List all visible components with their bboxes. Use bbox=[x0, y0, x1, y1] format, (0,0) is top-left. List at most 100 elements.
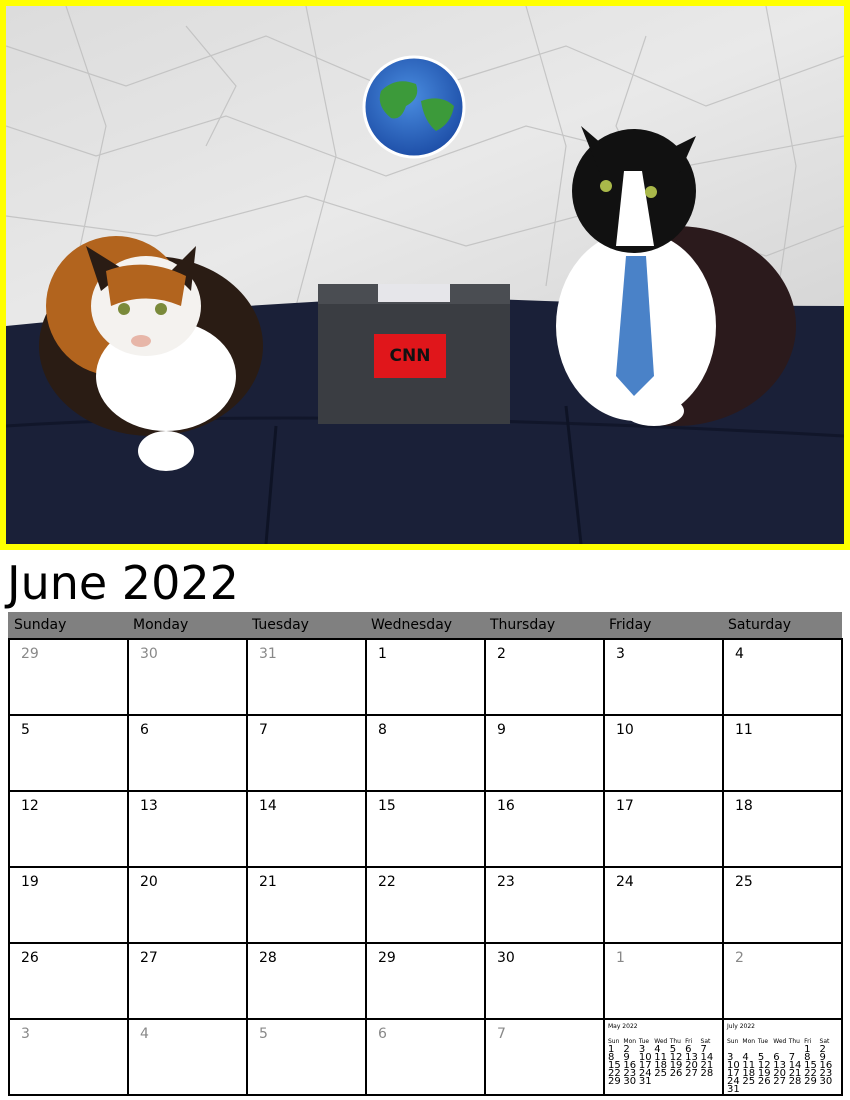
day-cell: 29 bbox=[367, 944, 486, 1020]
day-number: 31 bbox=[259, 646, 277, 662]
day-cell: 7 bbox=[248, 716, 367, 792]
day-number: 27 bbox=[140, 950, 158, 966]
day-cell: 15 bbox=[367, 792, 486, 868]
day-number: 10 bbox=[616, 722, 634, 738]
day-cell: 31 bbox=[248, 640, 367, 716]
day-cell: 7 bbox=[486, 1020, 605, 1096]
day-cell: 17 bbox=[605, 792, 724, 868]
day-cell: July 2022 Sun Mon Tue Wed Thu Fri Sat 1 2 3 4 5 6 7 8 9 1… bbox=[724, 1020, 843, 1096]
day-number: 2 bbox=[497, 646, 506, 662]
weekday-header: Sunday Monday Tuesday Wednesday Thursday Frid… bbox=[8, 612, 842, 638]
day-number: 28 bbox=[259, 950, 277, 966]
day-cell: 21 bbox=[248, 868, 367, 944]
day-cell: 3 bbox=[10, 1020, 129, 1096]
day-number: 18 bbox=[735, 798, 753, 814]
day-number: 29 bbox=[378, 950, 396, 966]
mini-day: 26 bbox=[669, 1067, 683, 1079]
day-number: 21 bbox=[259, 874, 277, 890]
day-number: 2 bbox=[735, 950, 744, 966]
mini-calendar: May 2022 Sun Mon Tue Wed Thu Fri Sat 1 2 3 4 5 6 7 8 9 10… bbox=[608, 1023, 720, 1086]
day-number: 5 bbox=[21, 722, 30, 738]
day-cell: 29 bbox=[10, 640, 129, 716]
day-number: 24 bbox=[616, 874, 634, 890]
day-cell: 14 bbox=[248, 792, 367, 868]
day-number: 12 bbox=[21, 798, 39, 814]
mini-day: 28 bbox=[788, 1075, 802, 1087]
day-cell: 16 bbox=[486, 792, 605, 868]
mini-weekday: Wed bbox=[773, 1037, 787, 1045]
mini-day bbox=[758, 1086, 773, 1094]
month-calendar: Sunday Monday Tuesday Wednesday Thursday Frid… bbox=[8, 612, 843, 1096]
day-cell: 4 bbox=[724, 640, 843, 716]
day-number: 9 bbox=[497, 722, 506, 738]
mini-day: 31 bbox=[727, 1083, 740, 1095]
day-cell: 22 bbox=[367, 868, 486, 944]
day-cell: 8 bbox=[367, 716, 486, 792]
cats-photo-illustration: CNN bbox=[6, 6, 844, 544]
day-number: 3 bbox=[21, 1026, 30, 1042]
day-cell: 1 bbox=[367, 640, 486, 716]
day-number: 19 bbox=[21, 874, 39, 890]
day-number: 5 bbox=[259, 1026, 268, 1042]
day-cell: May 2022 Sun Mon Tue Wed Thu Fri Sat 1 2 3 4 5 6 7 8 9 10… bbox=[605, 1020, 724, 1096]
weekday-sunday: Sunday bbox=[14, 617, 67, 633]
day-cell: 25 bbox=[724, 868, 843, 944]
day-cell: 18 bbox=[724, 792, 843, 868]
day-number: 30 bbox=[140, 646, 158, 662]
day-cell: 19 bbox=[10, 868, 129, 944]
mini-day bbox=[670, 1078, 685, 1086]
weekday-tuesday: Tuesday bbox=[252, 617, 309, 633]
day-number: 8 bbox=[378, 722, 387, 738]
day-number: 20 bbox=[140, 874, 158, 890]
day-number: 26 bbox=[21, 950, 39, 966]
weekday-monday: Monday bbox=[133, 617, 189, 633]
day-cell: 6 bbox=[367, 1020, 486, 1096]
day-number: 16 bbox=[497, 798, 515, 814]
mini-day: 25 bbox=[654, 1067, 667, 1079]
mini-day bbox=[742, 1086, 757, 1094]
day-cell: 3 bbox=[605, 640, 724, 716]
mini-day: 25 bbox=[742, 1075, 756, 1087]
day-number: 14 bbox=[259, 798, 277, 814]
weekday-saturday: Saturday bbox=[728, 617, 792, 633]
day-cell: 30 bbox=[129, 640, 248, 716]
calendar-photo: CNN bbox=[0, 0, 850, 550]
day-grid: 29 30 31 1 2 3 4 5 6 7 8 9 10 11 12 13 14 15 16 17 18 19 20 21 2… bbox=[8, 638, 843, 1096]
day-number: 4 bbox=[735, 646, 744, 662]
day-number: 30 bbox=[497, 950, 515, 966]
day-cell: 28 bbox=[248, 944, 367, 1020]
day-cell: 6 bbox=[129, 716, 248, 792]
mini-day: 29 bbox=[608, 1075, 621, 1087]
day-number: 11 bbox=[735, 722, 753, 738]
mini-day: 27 bbox=[773, 1075, 786, 1087]
mini-day bbox=[804, 1086, 819, 1094]
day-number: 1 bbox=[616, 950, 625, 966]
mini-day bbox=[820, 1086, 835, 1094]
day-cell: 13 bbox=[129, 792, 248, 868]
day-cell: 1 bbox=[605, 944, 724, 1020]
mini-weekday: Thu bbox=[788, 1037, 800, 1045]
day-number: 6 bbox=[140, 722, 149, 738]
day-number: 1 bbox=[378, 646, 387, 662]
month-title: June 2022 bbox=[7, 556, 239, 610]
day-cell: 20 bbox=[129, 868, 248, 944]
day-number: 7 bbox=[497, 1026, 506, 1042]
mini-calendar-title: July 2022 bbox=[727, 1023, 755, 1030]
day-number: 15 bbox=[378, 798, 396, 814]
day-cell: 2 bbox=[486, 640, 605, 716]
day-number: 6 bbox=[378, 1026, 387, 1042]
day-cell: 27 bbox=[129, 944, 248, 1020]
weekday-wednesday: Wednesday bbox=[371, 617, 453, 633]
day-number: 7 bbox=[259, 722, 268, 738]
mini-day: 28 bbox=[700, 1067, 714, 1079]
day-number: 29 bbox=[21, 646, 39, 662]
mini-calendar: July 2022 Sun Mon Tue Wed Thu Fri Sat 1 2 3 4 5 6 7 8 9 1… bbox=[727, 1023, 839, 1094]
mini-day: 31 bbox=[638, 1075, 652, 1087]
day-cell: 30 bbox=[486, 944, 605, 1020]
day-cell: 10 bbox=[605, 716, 724, 792]
mini-day: 30 bbox=[819, 1075, 833, 1087]
mini-weekday: Sun bbox=[727, 1037, 739, 1045]
day-number: 13 bbox=[140, 798, 158, 814]
day-cell: 11 bbox=[724, 716, 843, 792]
day-cell: 9 bbox=[486, 716, 605, 792]
